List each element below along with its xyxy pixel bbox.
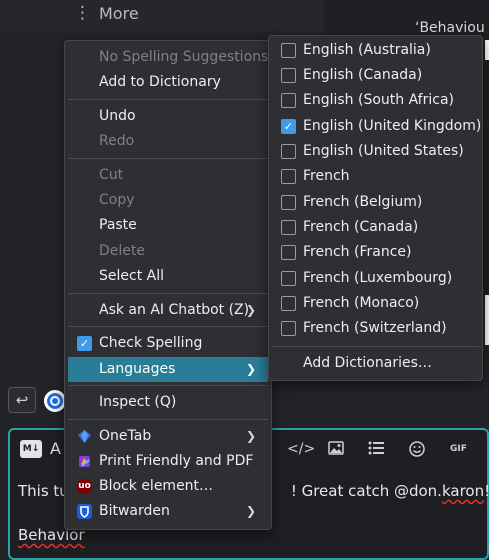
- language-item[interactable]: English (South Africa): [272, 88, 479, 113]
- more-menu-row[interactable]: ⋮ More: [0, 0, 326, 32]
- language-item[interactable]: French (France): [272, 240, 479, 265]
- target-icon[interactable]: [44, 390, 66, 412]
- bitwarden-icon: [77, 504, 92, 519]
- undo-item[interactable]: Undo: [68, 104, 268, 129]
- delete-item: Delete: [99, 243, 145, 259]
- language-item[interactable]: English (United States): [272, 139, 479, 164]
- quote-text: ‘Behaviou: [415, 20, 485, 36]
- list-icon[interactable]: [368, 441, 384, 459]
- checkbox-icon: [281, 195, 296, 210]
- onetab-icon: [77, 429, 92, 444]
- language-item[interactable]: French (Belgium): [272, 190, 479, 215]
- language-item[interactable]: French (Luxembourg): [272, 266, 479, 291]
- kebab-icon: ⋮: [74, 3, 91, 23]
- print-friendly-label: Print Friendly and PDF: [99, 453, 254, 469]
- languages-item[interactable]: Languages ❯: [68, 357, 268, 382]
- chevron-right-icon: ❯: [245, 504, 256, 518]
- checkbox-icon: [281, 321, 296, 336]
- context-menu: No Spelling Suggestions Add to Dictionar…: [64, 40, 272, 530]
- onetab-label: OneTab: [99, 428, 152, 444]
- no-spelling-suggestions: No Spelling Suggestions: [99, 49, 269, 65]
- language-item[interactable]: French: [272, 164, 479, 189]
- print-friendly-icon: [77, 454, 92, 469]
- bitwarden-item[interactable]: Bitwarden ❯: [68, 499, 268, 524]
- checkbox-icon: [281, 144, 296, 159]
- chevron-right-icon: ❯: [245, 303, 256, 317]
- add-to-dictionary-item[interactable]: Add to Dictionary: [68, 70, 268, 95]
- check-spelling-label: Check Spelling: [99, 335, 203, 351]
- paste-item[interactable]: Paste: [68, 213, 268, 238]
- menu-divider: [68, 99, 268, 100]
- select-all-item[interactable]: Select All: [68, 264, 268, 289]
- languages-submenu: English (Australia) English (Canada) Eng…: [268, 35, 483, 381]
- checkbox-icon: [281, 68, 296, 83]
- reply-icon[interactable]: ↩: [8, 387, 36, 413]
- menu-divider: [68, 326, 268, 327]
- code-icon[interactable]: </>: [287, 441, 315, 457]
- left-panel: [0, 32, 64, 372]
- copy-item: Copy: [99, 192, 135, 208]
- checkbox-checked-icon: ✓: [281, 119, 296, 134]
- checkbox-icon: [281, 220, 296, 235]
- check-spelling-item[interactable]: ✓ Check Spelling: [68, 331, 268, 356]
- checkbox-checked-icon: ✓: [77, 336, 92, 351]
- checkbox-icon: [281, 93, 296, 108]
- menu-divider: [68, 158, 268, 159]
- emoji-icon[interactable]: [409, 441, 425, 461]
- language-item[interactable]: ✓ English (United Kingdom): [272, 114, 481, 139]
- redo-item: Redo: [99, 133, 135, 149]
- gif-icon[interactable]: GIF: [450, 444, 467, 454]
- languages-label: Languages: [99, 361, 176, 377]
- text-mode-button[interactable]: A: [50, 439, 61, 458]
- more-label: More: [99, 4, 139, 23]
- checkbox-icon: [281, 43, 296, 58]
- menu-divider: [68, 419, 268, 420]
- language-item[interactable]: French (Switzerland): [272, 316, 479, 341]
- print-friendly-item[interactable]: Print Friendly and PDF: [68, 449, 268, 474]
- ask-ai-chatbot-item[interactable]: Ask an AI Chatbot (Z) ❯: [68, 298, 268, 323]
- ask-ai-label: Ask an AI Chatbot (Z): [99, 302, 250, 318]
- menu-divider: [272, 346, 479, 347]
- language-item[interactable]: French (Monaco): [272, 291, 479, 316]
- checkbox-icon: [281, 271, 296, 286]
- chevron-right-icon: ❯: [245, 362, 256, 376]
- block-element-item[interactable]: uo Block element…: [68, 474, 268, 499]
- panel-edge: [485, 295, 489, 345]
- ublock-icon: uo: [77, 479, 92, 494]
- checkbox-icon: [281, 169, 296, 184]
- language-item[interactable]: English (Australia): [272, 38, 479, 63]
- language-item[interactable]: English (Canada): [272, 63, 479, 88]
- cut-item: Cut: [99, 167, 124, 183]
- panel-edge: [485, 40, 489, 60]
- menu-divider: [68, 385, 268, 386]
- block-element-label: Block element…: [99, 478, 214, 494]
- menu-divider: [68, 293, 268, 294]
- markdown-icon[interactable]: M↓: [20, 440, 42, 458]
- checkbox-icon: [281, 245, 296, 260]
- add-dictionaries-item[interactable]: Add Dictionaries…: [272, 351, 479, 376]
- bitwarden-label: Bitwarden: [99, 503, 170, 519]
- onetab-item[interactable]: OneTab ❯: [68, 424, 268, 449]
- image-icon[interactable]: [328, 441, 344, 459]
- checkbox-icon: [281, 296, 296, 311]
- inspect-item[interactable]: Inspect (Q): [68, 390, 268, 415]
- chevron-right-icon: ❯: [245, 429, 256, 443]
- language-item[interactable]: French (Canada): [272, 215, 479, 240]
